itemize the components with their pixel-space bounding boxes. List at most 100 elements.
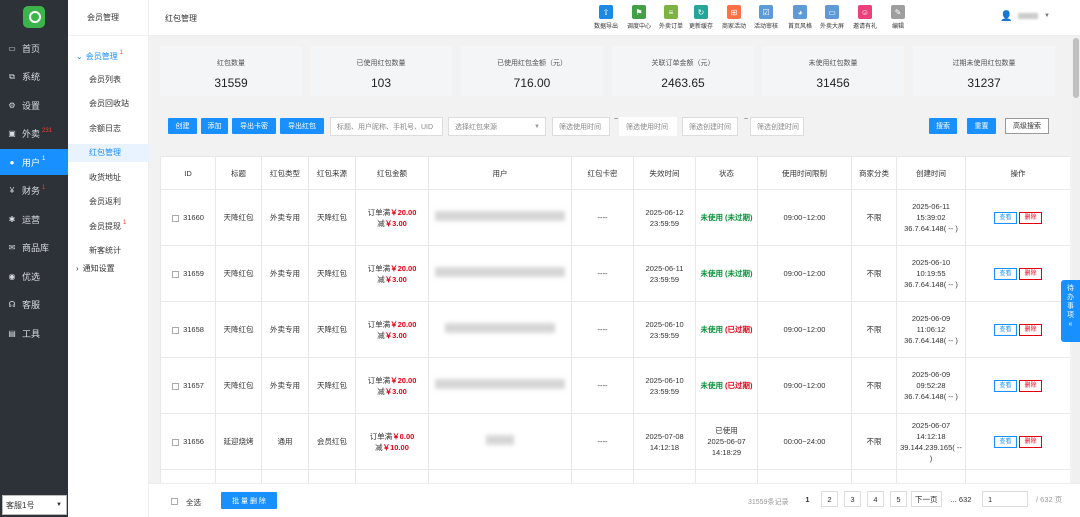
- table-row[interactable]: 31660 天降红包 外卖专用 天降红包 订单满￥20.00 减￥3.00 ---…: [160, 189, 1070, 246]
- scrollbar-thumb[interactable]: [1073, 38, 1079, 98]
- table-row[interactable]: 31657 天降红包 外卖专用 天降红包 订单满￥20.00 减￥3.00 ---…: [160, 357, 1070, 414]
- row-type: [261, 469, 309, 483]
- submenu-item-4[interactable]: 收货地址: [68, 168, 149, 186]
- view-button[interactable]: 查看: [994, 436, 1017, 448]
- app-logo[interactable]: [23, 6, 45, 28]
- delete-button[interactable]: 删除: [1019, 380, 1042, 392]
- sidebar-item-0[interactable]: ▭ 首页: [0, 35, 68, 61]
- submenu-group-notify[interactable]: › 通知设置: [68, 259, 149, 277]
- submenu-item-3[interactable]: 红包管理: [68, 143, 149, 162]
- yen-icon: ¥: [9, 186, 15, 195]
- export-card-button[interactable]: 导出卡密: [232, 118, 276, 134]
- select-all-checkbox[interactable]: [171, 498, 178, 505]
- page-button-1[interactable]: 1: [799, 491, 816, 507]
- row-status: 未使用 (已过期): [695, 357, 758, 414]
- submenu-group-member[interactable]: ⌄ 会员管理 1: [68, 47, 149, 65]
- toolbar-upload-button[interactable]: ⇧ 数据导出: [591, 5, 621, 33]
- view-button[interactable]: 查看: [994, 268, 1017, 280]
- toolbar-invite-button[interactable]: ☺ 邀请有礼: [850, 5, 880, 33]
- view-button[interactable]: 查看: [994, 380, 1017, 392]
- use-time-start-input[interactable]: 筛选使用时间: [552, 117, 610, 136]
- row-limit: 09:00~12:00: [757, 189, 852, 246]
- vertical-scrollbar[interactable]: [1072, 36, 1080, 483]
- create-button[interactable]: 创建: [168, 118, 197, 134]
- row-limit: 00:00~24:00: [757, 413, 852, 470]
- row-checkbox[interactable]: [172, 326, 180, 334]
- sidebar-item-4[interactable]: ● 用户 1: [0, 149, 68, 175]
- delete-button[interactable]: 删除: [1019, 212, 1042, 224]
- next-page-button[interactable]: 下一页: [911, 491, 942, 507]
- source-select[interactable]: 选择红包来源 ▼: [448, 117, 546, 136]
- last-page-link[interactable]: ... 632: [945, 491, 977, 507]
- submenu-item-2[interactable]: 余额日志: [68, 119, 149, 137]
- delete-button[interactable]: 删除: [1019, 436, 1042, 448]
- table-row[interactable]: 31656 延迎烧烤 通用 会员红包 订单满￥0.00 减￥10.00 ---- …: [160, 413, 1070, 470]
- row-checkbox[interactable]: [172, 214, 180, 222]
- pencil-icon: ✎: [891, 5, 905, 19]
- sidebar-item-8[interactable]: ◉ 优选: [0, 263, 68, 289]
- user-menu[interactable]: 👤 ▼: [1000, 11, 1050, 22]
- submenu-item-5[interactable]: 会员返利: [68, 193, 149, 211]
- batch-delete-button[interactable]: 批 量 删 除: [221, 492, 277, 509]
- chevron-down-icon: ▼: [1044, 13, 1050, 19]
- submenu-item-6[interactable]: 会员提现 1: [68, 217, 149, 235]
- sidebar-item-1[interactable]: ⧉ 系统: [0, 64, 68, 90]
- row-source: 天降红包: [308, 357, 356, 414]
- sidebar-item-9[interactable]: ☊ 客服: [0, 292, 68, 318]
- row-limit: [757, 469, 852, 483]
- row-checkbox[interactable]: [172, 382, 180, 390]
- sidebar-item-7[interactable]: ✉ 商品库: [0, 235, 68, 261]
- column-header-5: 用户: [428, 156, 572, 190]
- submenu-item-0[interactable]: 会员列表: [68, 70, 149, 88]
- toolbar-pencil-button[interactable]: ✎ 编辑: [883, 5, 913, 33]
- table-row[interactable]: 31658 天降红包 外卖专用 天降红包 订单满￥20.00 减￥3.00 ---…: [160, 301, 1070, 358]
- row-created: 2025-06-09 11:06:12 36.7.64.148( -- ): [896, 301, 966, 358]
- sidebar-badge: 1: [42, 184, 46, 191]
- delete-button[interactable]: 删除: [1019, 268, 1042, 280]
- sidebar-badge: 1: [42, 156, 46, 162]
- use-time-end-input[interactable]: 筛选使用时间: [619, 117, 677, 136]
- main-sidebar: ▭ 首页 ⧉ 系统 ⚙ 设置 ▣ 外卖 231 ● 用户 1 ¥ 财务 1 ✱ 运营 ✉ 商品库 ◉ 优选 ☊ 客服 ▤ 工具 …: [0, 0, 68, 517]
- submenu-item-1[interactable]: 会员回收站: [68, 95, 149, 113]
- pending-tasks-tab[interactable]: 待办事项 «: [1061, 280, 1080, 342]
- view-button[interactable]: 查看: [994, 212, 1017, 224]
- account-select[interactable]: 客服1号 ▼: [2, 495, 67, 515]
- page-button-5[interactable]: 5: [890, 491, 907, 507]
- keyword-search-input[interactable]: 标题、用户昵称、手机号、UID: [330, 117, 443, 136]
- search-button[interactable]: 搜索: [929, 118, 957, 134]
- table-row[interactable]: 31659 天降红包 外卖专用 天降红包 订单满￥20.00 减￥3.00 ---…: [160, 245, 1070, 302]
- row-id-cell: [160, 469, 216, 483]
- chevron-down-icon: ⌄: [76, 51, 83, 61]
- toolbar-screen-button[interactable]: ▭ 外卖大屏: [817, 5, 847, 33]
- sidebar-item-6[interactable]: ✱ 运营: [0, 206, 68, 232]
- delete-button[interactable]: 删除: [1019, 324, 1042, 336]
- toolbar-refresh-button[interactable]: ↻ 更新缓存: [686, 5, 716, 33]
- table-row[interactable]: 2025-07 2025-06-07: [160, 469, 1070, 483]
- double-chevron-left-icon: «: [1068, 321, 1073, 328]
- view-button[interactable]: 查看: [994, 324, 1017, 336]
- row-created: 2025-06-11 15:39:02 36.7.64.148( -- ): [896, 189, 966, 246]
- row-user: [428, 245, 572, 302]
- page-button-4[interactable]: 4: [867, 491, 884, 507]
- submenu-item-7[interactable]: 新客统计: [68, 242, 149, 260]
- create-time-start-input[interactable]: 筛选创建时间: [682, 117, 738, 136]
- reset-button[interactable]: 重置: [967, 118, 996, 134]
- page-button-3[interactable]: 3: [844, 491, 861, 507]
- row-status: 未使用 (已过期): [695, 301, 758, 358]
- row-checkbox[interactable]: [172, 270, 180, 278]
- row-checkbox[interactable]: [172, 438, 180, 446]
- add-button[interactable]: 添加: [201, 118, 228, 134]
- chevron-down-icon: ▼: [56, 502, 62, 508]
- row-category: [851, 469, 897, 483]
- sidebar-item-10[interactable]: ▤ 工具: [0, 320, 68, 346]
- export-redpacket-button[interactable]: 导出红包: [280, 118, 324, 134]
- toolbar-audit-button[interactable]: ☑ 活动审核: [751, 5, 781, 33]
- advanced-search-button[interactable]: 高级搜索: [1005, 118, 1049, 134]
- page-button-2[interactable]: 2: [821, 491, 838, 507]
- row-category: 不限: [851, 189, 897, 246]
- create-time-end-input[interactable]: 筛选创建时间: [750, 117, 804, 136]
- sidebar-item-2[interactable]: ⚙ 设置: [0, 92, 68, 118]
- page-jump-input[interactable]: 1: [982, 491, 1028, 507]
- sidebar-item-3[interactable]: ▣ 外卖 231: [0, 121, 68, 147]
- sidebar-item-5[interactable]: ¥ 财务 1: [0, 178, 68, 204]
